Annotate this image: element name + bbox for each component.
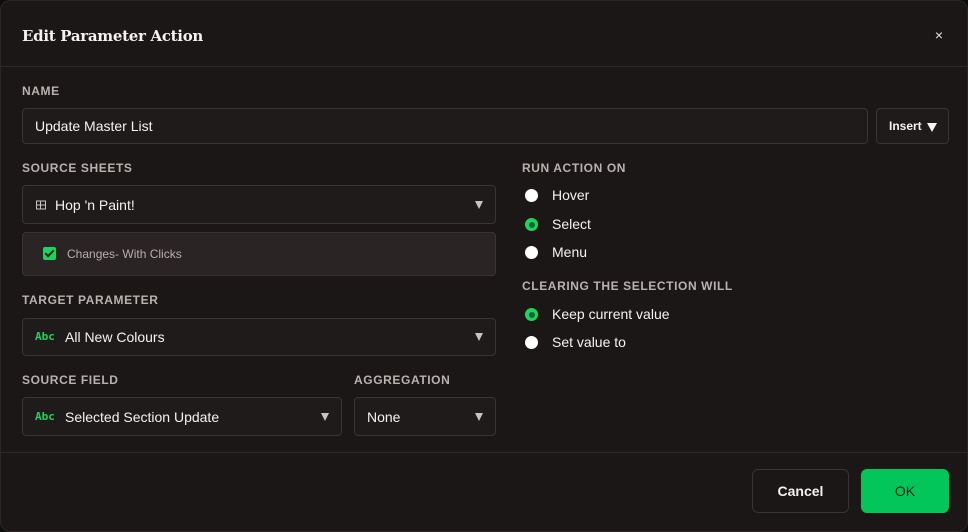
table-icon <box>36 200 46 209</box>
source-sheet-subitem: Changes- With Clicks <box>22 232 496 276</box>
radio-select-label: Select <box>552 216 591 232</box>
close-icon[interactable]: × <box>931 27 947 43</box>
dialog-title: Edit Parameter Action <box>22 27 204 45</box>
radio-button[interactable] <box>525 189 538 202</box>
changes-with-clicks-checkbox[interactable] <box>43 247 56 260</box>
chevron-down-icon <box>475 333 483 341</box>
chevron-down-icon <box>475 412 483 421</box>
radio-menu-label: Menu <box>552 244 588 260</box>
radio-keep-current-value-label: Keep current value <box>552 306 670 322</box>
source-sheets-label: SOURCE SHEETS <box>22 161 133 175</box>
name-input[interactable]: Update Master List <box>22 108 868 144</box>
source-field-label: SOURCE FIELD <box>22 373 119 387</box>
chevron-down-icon <box>321 412 329 421</box>
cancel-button[interactable]: Cancel <box>752 469 849 513</box>
caret-down-icon <box>927 123 937 132</box>
name-input-value: Update Master List <box>35 118 153 134</box>
insert-button[interactable]: Insert <box>876 108 949 144</box>
source-sheets-dropdown[interactable]: Hop 'n Paint! <box>22 185 496 224</box>
dialog-header: Edit Parameter Action × <box>1 1 967 67</box>
target-parameter-label: TARGET PARAMETER <box>22 293 159 307</box>
clearing-selection-label: CLEARING THE SELECTION WILL <box>522 279 733 293</box>
radio-button[interactable] <box>525 308 538 321</box>
insert-button-label: Insert <box>889 119 922 133</box>
run-action-on-label: RUN ACTION ON <box>522 161 627 175</box>
chevron-down-icon <box>475 200 483 209</box>
edit-parameter-action-dialog: Edit Parameter Action × NAME Update Mast… <box>0 0 968 532</box>
aggregation-label: AGGREGATION <box>354 373 451 387</box>
source-field-value: Selected Section Update <box>65 408 220 425</box>
radio-button[interactable] <box>525 218 538 231</box>
name-label: NAME <box>22 84 60 98</box>
source-sheets-value: Hop 'n Paint! <box>55 196 135 213</box>
radio-set-value-to-label: Set value to <box>552 334 626 350</box>
string-type-icon: Abc <box>35 330 55 344</box>
radio-button[interactable] <box>525 336 538 349</box>
radio-hover-label: Hover <box>552 187 590 203</box>
ok-button[interactable]: OK <box>861 469 949 513</box>
target-parameter-value: All New Colours <box>65 329 165 345</box>
changes-with-clicks-label: Changes- With Clicks <box>67 247 182 261</box>
string-type-icon: Abc <box>35 409 55 423</box>
target-parameter-dropdown[interactable]: Abc All New Colours <box>22 318 496 356</box>
aggregation-dropdown[interactable]: None <box>354 397 496 436</box>
source-field-dropdown[interactable]: Abc Selected Section Update <box>22 397 342 436</box>
aggregation-value: None <box>367 408 401 425</box>
radio-button[interactable] <box>525 246 538 259</box>
